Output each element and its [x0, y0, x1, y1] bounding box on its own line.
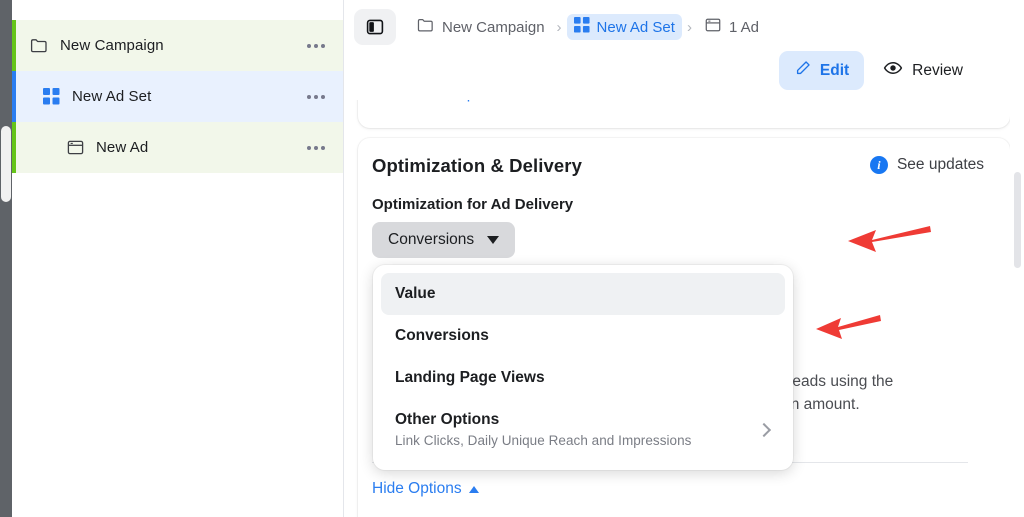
- info-icon: i: [869, 156, 888, 174]
- breadcrumb-item-new-ad-set[interactable]: New Ad Set: [566, 14, 682, 40]
- optimization-description-text: ost leads using the er an amount.: [764, 370, 1024, 417]
- sidebar-item-label: New Campaign: [60, 37, 164, 54]
- breadcrumb: New Campaign › New Ad Set › 1 Ad: [344, 0, 1024, 45]
- panel-toggle-icon[interactable]: [354, 9, 396, 45]
- sidebar-item-label: New Ad: [96, 139, 149, 156]
- caret-up-icon: [468, 485, 479, 493]
- optimization-field-label: Optimization for Ad Delivery: [372, 196, 574, 213]
- campaign-tree: New Campaign New Ad Set New Ad: [12, 20, 343, 173]
- row-more-options-button[interactable]: [299, 86, 325, 108]
- description-line-1: ost leads using the: [764, 373, 894, 390]
- window-icon: [64, 137, 86, 159]
- content-scrollbar-thumb[interactable]: [1014, 172, 1021, 268]
- row-accent-bar-green: [12, 122, 16, 173]
- menu-item-conversions[interactable]: Conversions: [381, 315, 785, 357]
- folder-icon: [416, 16, 435, 39]
- sidebar: New Campaign New Ad Set New Ad: [0, 0, 344, 517]
- grid-icon: [573, 17, 590, 37]
- edit-label: Edit: [819, 61, 850, 79]
- row-accent-bar-blue: [12, 71, 16, 122]
- content-scrollbar[interactable]: [1010, 0, 1024, 517]
- optimization-dropdown-menu: Value Conversions Landing Page Views Oth…: [373, 265, 793, 470]
- breadcrumb-item-1-ad[interactable]: 1 Ad: [697, 13, 766, 41]
- hide-options-link[interactable]: Hide Options: [372, 480, 479, 498]
- breadcrumb-separator: ›: [686, 18, 692, 36]
- see-updates-label: See updates: [896, 156, 984, 173]
- header-actions: Edit Review: [778, 50, 976, 91]
- menu-item-label: Conversions: [395, 327, 489, 344]
- top-bar: New Campaign › New Ad Set › 1 Ad Edit Re…: [344, 0, 1024, 100]
- review-button[interactable]: Review: [870, 50, 976, 91]
- edit-button[interactable]: Edit: [778, 51, 865, 90]
- breadcrumb-label: 1 Ad: [728, 18, 759, 36]
- row-more-options-button[interactable]: [299, 35, 325, 57]
- browser-scrollbar-left[interactable]: [0, 0, 12, 517]
- menu-item-landing-page-views[interactable]: Landing Page Views: [381, 357, 785, 399]
- breadcrumb-item-new-campaign[interactable]: New Campaign: [409, 13, 552, 42]
- folder-icon: [28, 35, 50, 57]
- sidebar-item-new-ad-set[interactable]: New Ad Set: [12, 71, 343, 122]
- sidebar-item-label: New Ad Set: [72, 88, 152, 105]
- grid-icon: [40, 86, 62, 108]
- eye-icon: [883, 58, 903, 83]
- row-accent-bar-green: [12, 20, 16, 71]
- menu-item-value[interactable]: Value: [381, 273, 785, 315]
- breadcrumb-separator: ›: [556, 18, 562, 36]
- menu-item-other-options[interactable]: Other Options Link Clicks, Daily Unique …: [381, 399, 785, 460]
- description-line-2: er an amount.: [764, 396, 860, 414]
- breadcrumb-label: New Ad Set: [596, 18, 675, 36]
- review-label: Review: [912, 61, 963, 79]
- chevron-down-icon: [487, 236, 500, 244]
- row-more-options-button[interactable]: [299, 137, 325, 159]
- hide-options-label: Hide Options: [372, 480, 462, 497]
- window-icon: [704, 16, 722, 38]
- browser-scrollbar-thumb[interactable]: [1, 126, 11, 202]
- optimization-dropdown-button[interactable]: Conversions: [372, 222, 516, 258]
- menu-item-label: Landing Page Views: [395, 369, 545, 386]
- pencil-icon: [794, 59, 812, 82]
- menu-item-sublabel: Link Clicks, Daily Unique Reach and Impr…: [395, 433, 692, 448]
- section-title: Optimization & Delivery: [372, 155, 582, 176]
- sidebar-item-new-ad[interactable]: New Ad: [12, 122, 343, 173]
- app-root: New Campaign New Ad Set New Ad Optimizat…: [0, 0, 1024, 517]
- see-updates-button[interactable]: i See updates: [869, 156, 984, 174]
- main-panel: Show More Options Optimization & Deliver…: [344, 0, 1024, 517]
- dropdown-selected-value: Conversions: [388, 231, 475, 248]
- sidebar-item-new-campaign[interactable]: New Campaign: [12, 20, 343, 71]
- menu-item-label: Other Options: [395, 411, 500, 428]
- breadcrumb-label: New Campaign: [442, 18, 545, 36]
- menu-item-label: Value: [395, 285, 436, 302]
